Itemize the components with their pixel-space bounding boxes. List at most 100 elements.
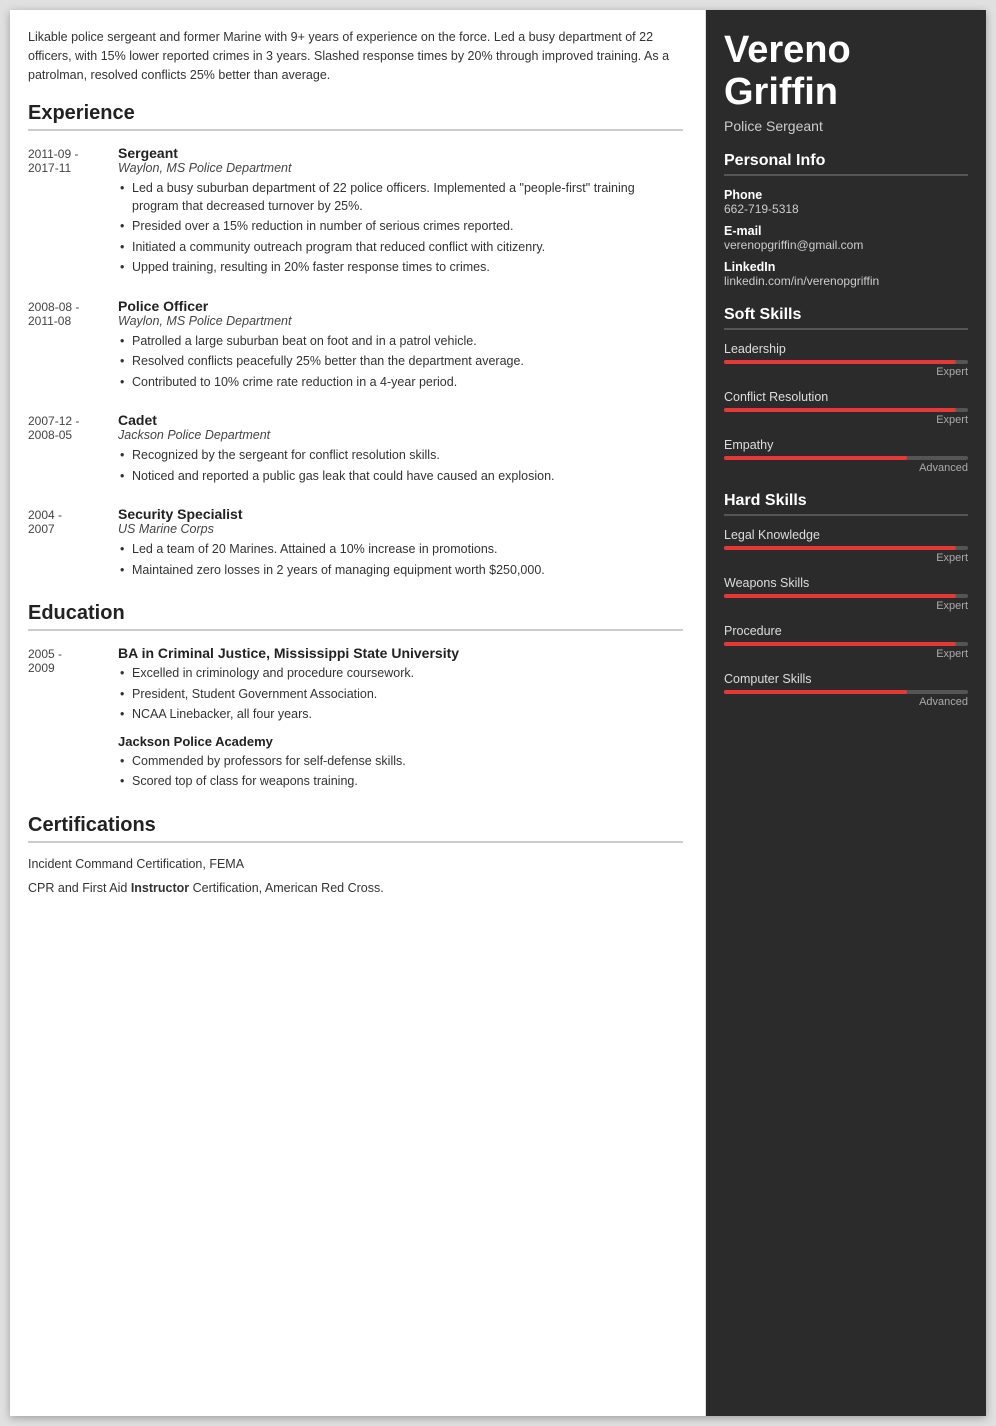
job-title: Police Officer (118, 298, 683, 314)
experience-item: 2007-12 - 2008-05CadetJackson Police Dep… (28, 412, 683, 488)
job-date: 2004 - 2007 (28, 506, 118, 582)
job-company: Jackson Police Department (118, 428, 683, 442)
job-title: Sergeant (118, 145, 683, 161)
education-section: Education 2005 - 2009BA in Criminal Just… (28, 602, 683, 794)
left-column: Likable police sergeant and former Marin… (10, 10, 706, 1416)
list-item: NCAA Linebacker, all four years. (118, 706, 683, 724)
job-title: Security Specialist (118, 506, 683, 522)
linkedin-value: linkedin.com/in/verenopgriffin (724, 274, 968, 288)
skill-name: Conflict Resolution (724, 390, 968, 404)
edu-degree: BA in Criminal Justice, Mississippi Stat… (118, 645, 683, 661)
email-label: E-mail (724, 224, 968, 238)
job-company: Waylon, MS Police Department (118, 161, 683, 175)
cert-list: Incident Command Certification, FEMA CPR … (28, 857, 683, 895)
list-item: Noticed and reported a public gas leak t… (118, 468, 683, 486)
list-item: Excelled in criminology and procedure co… (118, 665, 683, 683)
cert-item: Incident Command Certification, FEMA (28, 857, 683, 871)
list-item: Upped training, resulting in 20% faster … (118, 259, 683, 277)
skill-level-label: Advanced (724, 462, 968, 474)
experience-item: 2004 - 2007Security SpecialistUS Marine … (28, 506, 683, 582)
skill-bar-fill (724, 456, 907, 460)
certifications-title: Certifications (28, 814, 683, 843)
soft-skills-list: Leadership Expert Conflict Resolution Exper… (724, 342, 968, 474)
list-item: Contributed to 10% crime rate reduction … (118, 374, 683, 392)
skill-bar-bg (724, 690, 968, 694)
job-company: Waylon, MS Police Department (118, 314, 683, 328)
skill-bar-bg (724, 456, 968, 460)
soft-skill-block: Conflict Resolution Expert (724, 390, 968, 426)
name-block: Vereno Griffin Police Sergeant (724, 30, 968, 134)
skill-bar-bg (724, 408, 968, 412)
education-item: 2005 - 2009BA in Criminal Justice, Missi… (28, 645, 683, 794)
skill-level-label: Expert (724, 552, 968, 564)
skill-bar-bg (724, 546, 968, 550)
linkedin-label: LinkedIn (724, 260, 968, 274)
soft-skills-title: Soft Skills (724, 306, 968, 330)
job-bullets: Recognized by the sergeant for conflict … (118, 447, 683, 485)
email-value: verenopgriffin@gmail.com (724, 238, 968, 252)
skill-level-label: Expert (724, 414, 968, 426)
hard-skill-block: Weapons Skills Expert (724, 576, 968, 612)
job-bullets: Patrolled a large suburban beat on foot … (118, 333, 683, 392)
edu-bullets: Excelled in criminology and procedure co… (118, 665, 683, 724)
skill-name: Procedure (724, 624, 968, 638)
job-company: US Marine Corps (118, 522, 683, 536)
list-item: Commended by professors for self-defense… (118, 753, 683, 771)
first-name: Vereno (724, 30, 968, 72)
edu-date: 2005 - 2009 (28, 645, 118, 794)
experience-item: 2008-08 - 2011-08Police OfficerWaylon, M… (28, 298, 683, 395)
list-item: Led a team of 20 Marines. Attained a 10%… (118, 541, 683, 559)
experience-item: 2011-09 - 2017-11SergeantWaylon, MS Poli… (28, 145, 683, 280)
skill-name: Computer Skills (724, 672, 968, 686)
summary-text: Likable police sergeant and former Marin… (28, 28, 683, 84)
experience-list: 2011-09 - 2017-11SergeantWaylon, MS Poli… (28, 145, 683, 582)
hard-skills-list: Legal Knowledge Expert Weapons Skills Exper… (724, 528, 968, 708)
skill-level-label: Expert (724, 600, 968, 612)
education-title: Education (28, 602, 683, 631)
cert-item: CPR and First Aid Instructor Certificati… (28, 881, 683, 895)
hard-skills-title: Hard Skills (724, 492, 968, 516)
list-item: Recognized by the sergeant for conflict … (118, 447, 683, 465)
job-bullets: Led a team of 20 Marines. Attained a 10%… (118, 541, 683, 579)
skill-level-label: Expert (724, 648, 968, 660)
hard-skill-block: Procedure Expert (724, 624, 968, 660)
job-details: Security SpecialistUS Marine Corps Led a … (118, 506, 683, 582)
job-date: 2011-09 - 2017-11 (28, 145, 118, 280)
skill-bar-fill (724, 594, 956, 598)
personal-info-title: Personal Info (724, 152, 968, 176)
experience-section: Experience 2011-09 - 2017-11SergeantWayl… (28, 102, 683, 582)
soft-skill-block: Leadership Expert (724, 342, 968, 378)
skill-name: Leadership (724, 342, 968, 356)
phone-value: 662-719-5318 (724, 202, 968, 216)
soft-skill-block: Empathy Advanced (724, 438, 968, 474)
education-list: 2005 - 2009BA in Criminal Justice, Missi… (28, 645, 683, 794)
skill-level-label: Expert (724, 366, 968, 378)
last-name: Griffin (724, 72, 968, 114)
list-item: President, Student Government Associatio… (118, 686, 683, 704)
hard-skill-block: Legal Knowledge Expert (724, 528, 968, 564)
skill-bar-fill (724, 642, 956, 646)
skill-name: Empathy (724, 438, 968, 452)
list-item: Initiated a community outreach program t… (118, 239, 683, 257)
skill-bar-fill (724, 408, 956, 412)
skill-bar-bg (724, 642, 968, 646)
skill-name: Legal Knowledge (724, 528, 968, 542)
edu-sub-title: Jackson Police Academy (118, 734, 683, 749)
job-role: Police Sergeant (724, 118, 968, 134)
job-date: 2008-08 - 2011-08 (28, 298, 118, 395)
skill-name: Weapons Skills (724, 576, 968, 590)
hard-skill-block: Computer SkillsAdvanced (724, 672, 968, 708)
list-item: Patrolled a large suburban beat on foot … (118, 333, 683, 351)
list-item: Presided over a 15% reduction in number … (118, 218, 683, 236)
skill-bar-bg (724, 360, 968, 364)
job-details: Police OfficerWaylon, MS Police Departme… (118, 298, 683, 395)
experience-title: Experience (28, 102, 683, 131)
list-item: Resolved conflicts peacefully 25% better… (118, 353, 683, 371)
skill-bar-fill (724, 546, 956, 550)
edu-details: BA in Criminal Justice, Mississippi Stat… (118, 645, 683, 794)
skill-bar-fill (724, 690, 907, 694)
job-title: Cadet (118, 412, 683, 428)
edu-sub-bullets: Commended by professors for self-defense… (118, 753, 683, 791)
list-item: Led a busy suburban department of 22 pol… (118, 180, 683, 215)
skill-bar-fill (724, 360, 956, 364)
